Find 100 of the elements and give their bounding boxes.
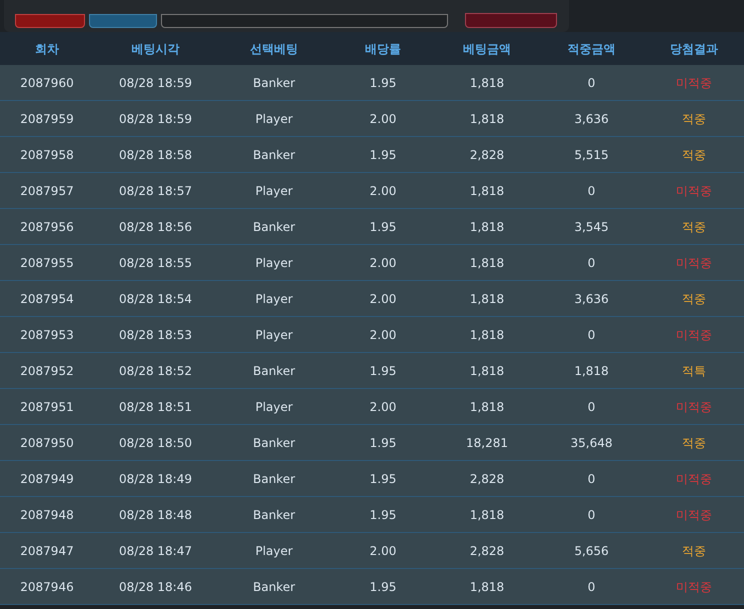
table-cell-text: 2.00: [370, 290, 396, 308]
table-cell-text: 2087946: [20, 578, 74, 596]
table-cell-text: 0: [588, 182, 596, 200]
table-cell-text: 1,818: [470, 578, 504, 596]
table-cell-text: Banker: [252, 218, 296, 236]
table-cell-text: 0: [588, 254, 596, 272]
table-cell-text: Banker: [252, 434, 296, 452]
result-label: 적중: [682, 290, 706, 308]
table-cell-text: Player: [255, 326, 293, 344]
table-cell-text: Banker: [252, 146, 296, 164]
submit-button[interactable]: [465, 13, 557, 28]
column-header: 회차: [35, 40, 59, 58]
table-cell-text: Player: [255, 182, 293, 200]
table-cell-text: 1,818: [470, 362, 504, 380]
column-header: 적중금액: [568, 40, 616, 58]
result-label: 미적중: [676, 326, 712, 344]
table-cell-text: 2087949: [20, 470, 74, 488]
secondary-button[interactable]: [89, 14, 157, 28]
table-cell-text: 2,828: [470, 470, 504, 488]
table-cell-text: 0: [588, 506, 596, 524]
table-cell-text: 08/28 18:47: [119, 542, 192, 560]
table-cell-text: Player: [255, 254, 293, 272]
action-button[interactable]: [15, 14, 85, 28]
table-cell-text: 2087957: [20, 182, 74, 200]
table-cell-text: 0: [588, 578, 596, 596]
result-label: 미적중: [676, 470, 712, 488]
table-cell-text: 2.00: [370, 326, 396, 344]
column-header: 배당률: [365, 40, 401, 58]
table-cell-text: 1,818: [574, 362, 609, 380]
table-cell-text: Player: [255, 110, 293, 128]
table-cell-text: 08/28 18:57: [119, 182, 192, 200]
table-cell-text: 2.00: [370, 398, 396, 416]
table-cell-text: 1,818: [470, 218, 504, 236]
table-cell-text: 08/28 18:46: [119, 578, 192, 596]
table-cell-text: 08/28 18:51: [119, 398, 192, 416]
table-cell-text: 08/28 18:58: [119, 146, 192, 164]
table-cell-text: 2,828: [470, 542, 504, 560]
table-cell-text: 1,818: [470, 182, 504, 200]
table-cell-text: 2087954: [20, 290, 74, 308]
column-header: 선택베팅: [250, 40, 298, 58]
table-cell-text: 1.95: [370, 74, 396, 92]
table-cell-text: 08/28 18:55: [119, 254, 192, 272]
table-cell-text: 08/28 18:50: [119, 434, 192, 452]
table-cell-text: 1,818: [470, 398, 504, 416]
table-cell-text: Banker: [252, 578, 296, 596]
table-cell-text: 2087952: [20, 362, 74, 380]
table-cell-text: 08/28 18:54: [119, 290, 192, 308]
table-cell-text: 08/28 18:59: [119, 74, 192, 92]
table-cell-text: Player: [255, 398, 293, 416]
table-cell-text: 2.00: [370, 110, 396, 128]
column-header: 베팅금액: [463, 40, 511, 58]
table-cell-text: 2087956: [20, 218, 74, 236]
table-cell-text: Banker: [252, 470, 296, 488]
table-cell-text: Player: [255, 542, 293, 560]
table-cell-text: 1.95: [370, 506, 396, 524]
table-cell-text: 08/28 18:49: [119, 470, 192, 488]
table-cell-text: 1.95: [370, 362, 396, 380]
table-cell-text: 2087948: [20, 506, 74, 524]
table-cell-text: Banker: [252, 74, 296, 92]
table-cell-text: 1,818: [470, 326, 504, 344]
table-cell-text: 1,818: [470, 254, 504, 272]
table-cell-text: 08/28 18:53: [119, 326, 192, 344]
result-label: 적중: [682, 110, 706, 128]
table-cell-text: 0: [588, 398, 596, 416]
table-cell-text: Player: [255, 290, 293, 308]
table-cell-text: 2087955: [20, 254, 74, 272]
table-cell-text: 2.00: [370, 182, 396, 200]
table-cell-text: 18,281: [466, 434, 508, 452]
result-label: 적특: [682, 362, 706, 380]
table-cell-text: 08/28 18:52: [119, 362, 192, 380]
table-cell-text: 1.95: [370, 578, 396, 596]
table-cell-text: 2.00: [370, 542, 396, 560]
table-cell-text: 3,636: [574, 110, 609, 128]
result-label: 적중: [682, 218, 706, 236]
table-cell-text: 2087951: [20, 398, 74, 416]
result-label: 미적중: [676, 578, 712, 596]
table-cell-text: 1.95: [370, 434, 396, 452]
table-cell-text: 35,648: [570, 434, 612, 452]
result-label: 적중: [682, 146, 706, 164]
table-cell-text: 2087959: [20, 110, 74, 128]
table-cell-text: Banker: [252, 362, 296, 380]
table-cell-text: 0: [588, 74, 596, 92]
result-label: 미적중: [676, 182, 712, 200]
table-cell-text: 2087960: [20, 74, 74, 92]
table-cell-text: 1,818: [470, 290, 504, 308]
table-cell-text: Banker: [252, 506, 296, 524]
table-cell-text: 08/28 18:48: [119, 506, 192, 524]
table-cell-text: 3,636: [574, 290, 609, 308]
result-label: 적중: [682, 434, 706, 452]
result-label: 미적중: [676, 398, 712, 416]
table-cell-text: 1,818: [470, 506, 504, 524]
table-cell-text: 08/28 18:59: [119, 110, 192, 128]
table-cell-text: 2087958: [20, 146, 74, 164]
table-cell-text: 1,818: [470, 110, 504, 128]
table-cell-text: 5,515: [574, 146, 609, 164]
table-cell-text: 08/28 18:56: [119, 218, 192, 236]
table-cell-text: 3,545: [574, 218, 609, 236]
table-cell-text: 2,828: [470, 146, 504, 164]
column-header: 당첨결과: [670, 40, 718, 58]
table-cell-text: 0: [588, 470, 596, 488]
